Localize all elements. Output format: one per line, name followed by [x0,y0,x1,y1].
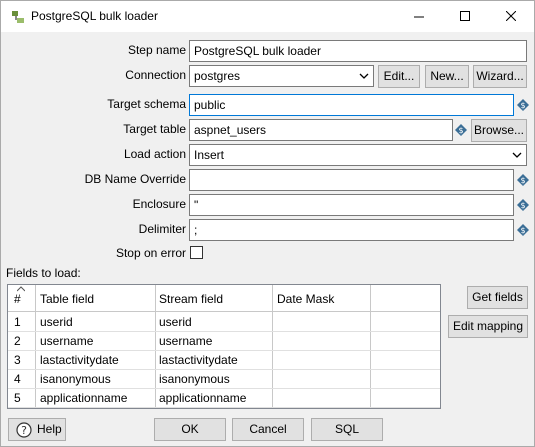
connection-label: Connection [125,68,186,82]
stream-field-cell[interactable]: username [159,334,212,348]
target-table-label: Target table [123,122,186,136]
table-field-cell[interactable]: lastactivitydate [40,353,119,367]
svg-text:?: ? [21,424,27,437]
row-number: 1 [14,315,21,329]
chevron-down-icon [359,73,369,79]
minimize-button[interactable] [396,1,442,32]
stream-field-cell[interactable]: isanonymous [159,372,230,386]
new-connection-button[interactable]: New... [425,65,469,88]
app-icon [11,9,27,25]
step-name-label: Step name [127,43,186,57]
help-label: Help [37,422,62,436]
fields-to-load-label: Fields to load: [6,266,81,280]
svg-text:$: $ [458,126,463,135]
table-field-cell[interactable]: isanonymous [40,372,111,386]
table-field-cell[interactable]: username [40,334,93,348]
wizard-button[interactable]: Wizard... [473,65,527,88]
stop-on-error-checkbox[interactable] [190,246,203,259]
table-header: # Table field Stream field Date Mask [8,285,440,312]
variable-dollar-icon[interactable]: $ [517,174,529,186]
close-button[interactable] [488,1,534,32]
row-number: 5 [14,391,21,405]
row-number: 3 [14,353,21,367]
title-bar: PostgreSQL bulk loader [1,1,534,32]
variable-dollar-icon[interactable]: $ [517,99,529,111]
edit-mapping-button[interactable]: Edit mapping [448,315,528,338]
enclosure-input[interactable]: " [189,194,514,216]
sql-button[interactable]: SQL [311,418,383,441]
target-table-input[interactable]: aspnet_users [189,119,453,141]
window-title: PostgreSQL bulk loader [31,9,158,23]
delimiter-input[interactable]: ; [189,219,514,241]
column-header-date-mask[interactable]: Date Mask [277,292,334,306]
table-field-cell[interactable]: applicationname [40,391,127,405]
variable-dollar-icon[interactable]: $ [455,124,467,136]
get-fields-button[interactable]: Get fields [467,286,528,309]
load-action-value: Insert [194,148,225,162]
maximize-icon [460,11,470,21]
row-number: 4 [14,372,21,386]
dialog-window: PostgreSQL bulk loader Step name Postgre… [0,0,535,447]
edit-connection-button[interactable]: Edit... [378,65,420,88]
column-header-table-field[interactable]: Table field [40,292,94,306]
cancel-button[interactable]: Cancel [232,418,304,441]
row-number: 2 [14,334,21,348]
svg-text:$: $ [520,101,525,110]
connection-select[interactable]: postgres [189,65,374,87]
connection-value: postgres [194,69,241,83]
stream-field-cell[interactable]: applicationname [159,391,246,405]
load-action-select[interactable]: Insert [189,144,527,166]
target-schema-label: Target schema [107,97,186,111]
column-header-number[interactable]: # [14,292,21,306]
stop-on-error-label: Stop on error [115,246,186,260]
svg-text:$: $ [520,176,525,185]
step-name-input[interactable]: PostgreSQL bulk loader [189,40,527,62]
help-icon: ? [16,422,32,438]
stream-field-cell[interactable]: lastactivitydate [159,353,238,367]
browse-button[interactable]: Browse... [471,119,527,142]
close-icon [505,10,517,22]
delimiter-label: Delimiter [138,222,186,236]
target-schema-input[interactable]: public [189,94,514,116]
variable-dollar-icon[interactable]: $ [517,224,529,236]
chevron-down-icon [512,152,522,158]
minimize-icon [414,16,424,18]
help-button[interactable]: ? Help [8,418,66,441]
maximize-button[interactable] [442,1,488,32]
load-action-label: Load action [123,147,186,161]
svg-text:$: $ [520,226,525,235]
fields-table: # Table field Stream field Date Mask 1 u… [7,284,441,409]
column-header-stream-field[interactable]: Stream field [159,292,223,306]
ok-button[interactable]: OK [154,418,226,441]
svg-text:$: $ [520,201,525,210]
db-name-override-input[interactable] [189,169,514,191]
stream-field-cell[interactable]: userid [159,315,192,329]
variable-dollar-icon[interactable]: $ [517,199,529,211]
db-name-override-label: DB Name Override [84,172,186,186]
table-field-cell[interactable]: userid [40,315,73,329]
enclosure-label: Enclosure [132,197,186,211]
